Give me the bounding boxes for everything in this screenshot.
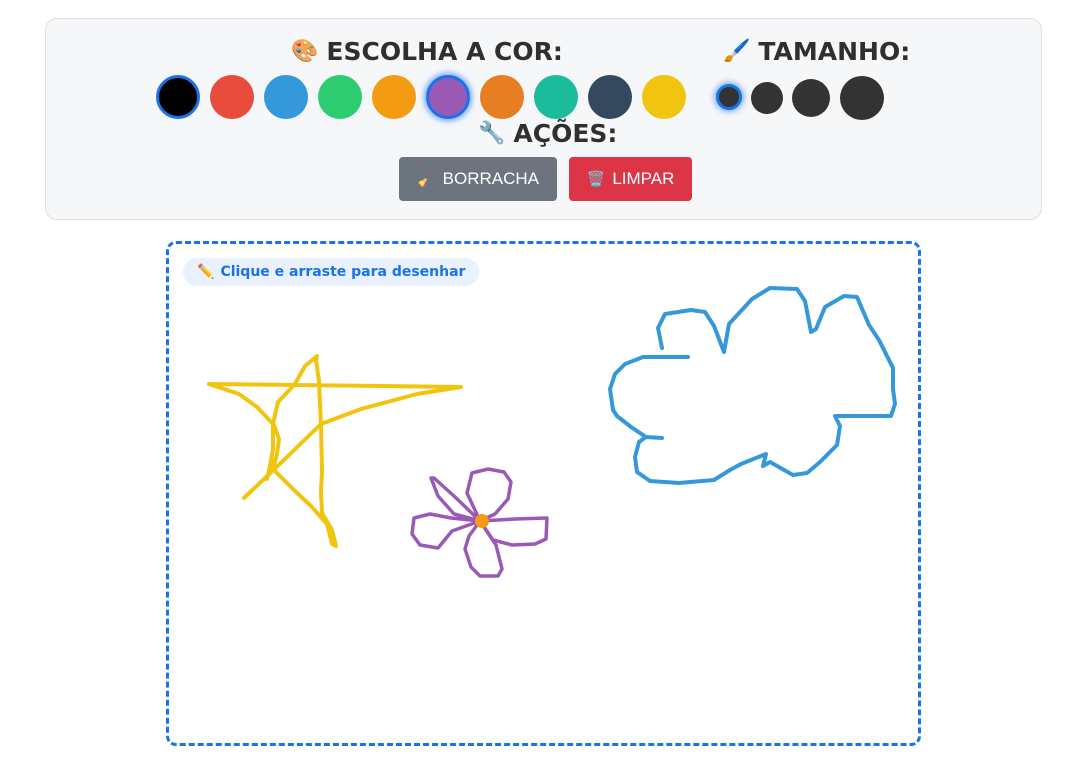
color-swatch-dark-orange[interactable] xyxy=(480,75,524,119)
actions-title: 🔧 AÇÕES: xyxy=(478,119,617,149)
colors-title: 🎨 ESCOLHA A COR: xyxy=(291,37,563,67)
toolbar: 🎨 ESCOLHA A COR: 🖌️ TAMANHO: 🔧 AÇÕES: 🧹 … xyxy=(45,18,1042,220)
size-title-label: TAMANHO: xyxy=(758,37,911,66)
color-swatch-navy[interactable] xyxy=(588,75,632,119)
drawing-canvas[interactable]: ✏️ Clique e arraste para desenhar xyxy=(166,241,921,746)
color-swatch-black[interactable] xyxy=(156,75,200,119)
broom-icon: 🧹 xyxy=(416,171,436,188)
brush-size-small[interactable] xyxy=(716,84,742,110)
clear-button[interactable]: 🗑️ LIMPAR xyxy=(569,157,692,201)
clear-button-label: LIMPAR xyxy=(612,169,675,188)
draw-hint: ✏️ Clique e arraste para desenhar xyxy=(183,258,480,286)
trash-icon: 🗑️ xyxy=(586,171,606,188)
color-swatch-yellow[interactable] xyxy=(642,75,686,119)
brush-size-large[interactable] xyxy=(792,79,830,117)
color-swatch-blue[interactable] xyxy=(264,75,308,119)
wrench-icon: 🔧 xyxy=(478,121,506,146)
pencil-icon: ✏️ xyxy=(197,264,215,280)
eraser-button-label: BORRACHA xyxy=(442,169,540,188)
cloud-drawing xyxy=(608,286,897,485)
flower-center xyxy=(475,514,489,528)
color-swatch-purple[interactable] xyxy=(426,75,470,119)
brush-icon: 🖌️ xyxy=(723,39,751,64)
color-swatch-red[interactable] xyxy=(210,75,254,119)
brush-size-xlarge[interactable] xyxy=(840,76,884,120)
colors-title-label: ESCOLHA A COR: xyxy=(326,37,563,66)
color-swatch-orange[interactable] xyxy=(372,75,416,119)
drawing-layer[interactable] xyxy=(169,244,918,743)
color-swatch-teal[interactable] xyxy=(534,75,578,119)
brush-size-medium[interactable] xyxy=(751,82,783,114)
color-swatch-green[interactable] xyxy=(318,75,362,119)
palette-icon: 🎨 xyxy=(291,39,319,64)
draw-hint-label: Clique e arraste para desenhar xyxy=(220,264,466,280)
actions-title-label: AÇÕES: xyxy=(513,119,618,148)
eraser-button[interactable]: 🧹 BORRACHA xyxy=(399,157,557,201)
size-title: 🖌️ TAMANHO: xyxy=(723,37,910,67)
